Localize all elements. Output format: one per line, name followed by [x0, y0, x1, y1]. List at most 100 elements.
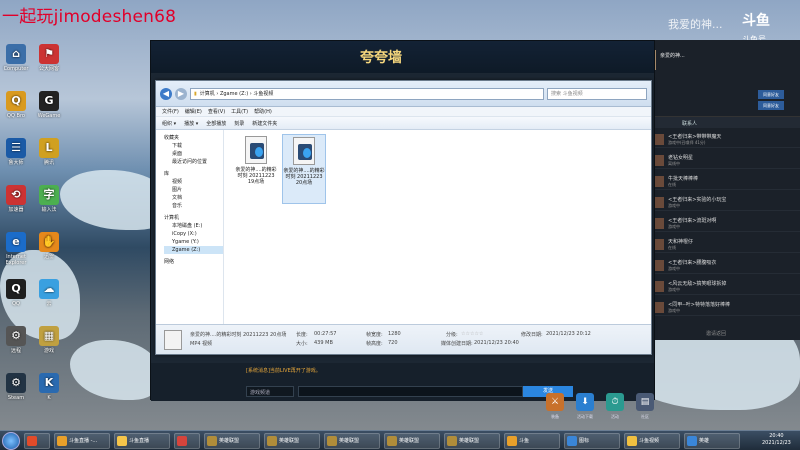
contact-row[interactable]: 牛批天棒棒棒 在线	[632, 174, 800, 190]
desktop-icon[interactable]: Q QQ Bro	[0, 91, 33, 119]
toolbar-button[interactable]: 全部播放	[206, 120, 226, 127]
contact-row[interactable]: 老钻女明星 离线中	[632, 153, 800, 169]
nav-item[interactable]: 计算机	[164, 214, 223, 222]
nav-item[interactable]: 库	[164, 170, 223, 178]
nav-item[interactable]: 收藏夹	[164, 134, 223, 142]
contact-row[interactable]: <同甲--叶>特特落落好棒棒 游戏中	[632, 300, 800, 316]
contact-row[interactable]: <王者归来>带带带魔天 游戏中(召唤师 41分)	[632, 132, 800, 148]
desktop-icon[interactable]: ⚙ Steam	[0, 373, 33, 401]
forward-icon[interactable]: ▶	[175, 87, 187, 100]
nav-item[interactable]: 桌面	[164, 150, 223, 158]
taskbar-button[interactable]	[24, 433, 50, 449]
toolbar-button[interactable]: 刻录	[234, 120, 244, 127]
menu-item[interactable]: 查看(V)	[208, 108, 225, 115]
menu-item[interactable]: 帮助(H)	[254, 108, 272, 115]
contact-status: 游戏中	[668, 266, 680, 271]
desktop-icon[interactable]: G WeGame	[32, 91, 66, 119]
app-icon: e	[6, 232, 26, 252]
search-input[interactable]: 搜索 斗鱼视频	[547, 87, 647, 100]
video-file[interactable]: 亲爱的神....的精彩时刻 20211223 20点场	[282, 134, 326, 204]
desktop-icon[interactable]: 字输入法	[32, 185, 66, 213]
video-file-icon	[245, 136, 267, 164]
desktop-icon[interactable]: e Internet Explorer	[0, 232, 33, 266]
taskbar-button[interactable]: 图标	[564, 433, 620, 449]
game-shortcut-label: 装备	[551, 414, 559, 419]
chat-input[interactable]	[298, 386, 523, 397]
desktop-icon[interactable]: ✋ 迅雷	[32, 232, 66, 260]
desktop-icon[interactable]: ⚙ 远程	[0, 326, 33, 354]
avatar	[654, 155, 664, 166]
nav-item[interactable]: Zgame (Z:)	[164, 246, 223, 254]
desktop-icon[interactable]: L 腾讯	[32, 138, 66, 166]
avatar	[654, 218, 664, 229]
back-icon[interactable]: ◀	[160, 87, 172, 100]
taskbar-button[interactable]: 斗鱼	[504, 433, 560, 449]
nav-item[interactable]: 视频	[164, 178, 223, 186]
footer-link[interactable]: 邀请返回	[632, 330, 800, 337]
menu-item[interactable]: 文件(F)	[162, 108, 179, 115]
game-shortcut-button[interactable]: ▤	[636, 393, 654, 411]
nav-item[interactable]: Ygame (Y:)	[164, 238, 223, 246]
address-field[interactable]: ▮ 计算机 › Zgame (Z:) › 斗鱼视频	[190, 87, 544, 100]
brand-logo: 斗鱼	[742, 13, 770, 29]
taskbar-button[interactable]: 斗鱼视频	[624, 433, 680, 449]
desktop-icon[interactable]: KK	[32, 373, 66, 401]
contact-name: <同甲--叶>特特落落好棒棒	[668, 302, 730, 308]
nav-item[interactable]: 下载	[164, 142, 223, 150]
desktop-icon[interactable]: ☰ 鲁大师	[0, 138, 33, 166]
toolbar-button[interactable]: 新建文件夹	[252, 120, 277, 127]
game-shortcut-button[interactable]: ⬇	[576, 393, 594, 411]
toolbar: 组织 ▾ 播放 ▾ 全部播放 刻录 新建文件夹	[156, 117, 651, 130]
nav-item[interactable]: 图片	[164, 186, 223, 194]
taskbar-button[interactable]: 斗鱼直播	[114, 433, 170, 449]
desktop-icon[interactable]: Q QQ	[0, 279, 33, 307]
start-button[interactable]	[2, 432, 20, 450]
clock[interactable]: 20:40 2021/12/23	[762, 433, 791, 447]
desktop-icon[interactable]: ☁ 云	[32, 279, 66, 307]
contact-name: 牛批天棒棒棒	[668, 176, 699, 182]
taskbar-button[interactable]: 英雄联盟	[324, 433, 380, 449]
contact-name: <风云无敌>搞笑眼球拆掉	[668, 281, 727, 287]
nav-item[interactable]: 本地磁盘 (E:)	[164, 222, 223, 230]
taskbar-button[interactable]: 斗鱼直播 -...	[54, 433, 110, 449]
contact-row[interactable]: <王者归来>实验的小玩宝 游戏中	[632, 195, 800, 211]
avatar	[654, 281, 664, 292]
desktop-icon[interactable]: ⌂ Computer	[0, 44, 33, 72]
video-file[interactable]: 亲爱的神....的精彩时刻 20211223 19点场	[234, 134, 278, 204]
toolbar-button[interactable]: 组织 ▾	[162, 120, 176, 127]
toolbar-button[interactable]: 播放 ▾	[184, 120, 198, 127]
nav-item[interactable]: 最近访问的位置	[164, 158, 223, 166]
taskbar-button[interactable]: 英雄联盟	[384, 433, 440, 449]
menu-item[interactable]: 工具(T)	[231, 108, 248, 115]
desktop-icon[interactable]: ⟲ 加速器	[0, 185, 33, 213]
contact-row[interactable]: 天和神棍仔 在线	[632, 237, 800, 253]
detail-modified: 2021/12/23 20:12	[546, 331, 591, 337]
accept-button[interactable]: 同意好友	[758, 90, 784, 99]
desktop-icon[interactable]: ▦ 游戏	[32, 326, 66, 354]
contact-row[interactable]: <王者归来>流斑对啊 游戏中	[632, 216, 800, 232]
nav-item[interactable]: 文档	[164, 194, 223, 202]
contact-name: <王者归来>实验的小玩宝	[668, 197, 727, 203]
game-shortcut-button[interactable]: ⏱	[606, 393, 624, 411]
tab-contacts[interactable]: 联系人	[682, 120, 697, 127]
app-icon: ✋	[39, 232, 59, 252]
desktop-icon[interactable]: ⚑ 公大网客	[32, 44, 66, 72]
nav-item[interactable]: 网络	[164, 258, 223, 266]
taskbar-button[interactable]: 英雄	[684, 433, 740, 449]
detail-rating[interactable]: ☆☆☆☆☆	[461, 331, 483, 337]
taskbar-button[interactable]: 英雄联盟	[444, 433, 500, 449]
accept-button[interactable]: 同意好友	[758, 101, 784, 110]
taskbar-button[interactable]	[174, 433, 200, 449]
taskbar-button[interactable]: 英雄联盟	[204, 433, 260, 449]
menu-item[interactable]: 编辑(E)	[185, 108, 202, 115]
nav-item[interactable]: iCopy (X:)	[164, 230, 223, 238]
taskbar-button[interactable]: 英雄联盟	[264, 433, 320, 449]
chat-channel-select[interactable]: 游戏频道	[246, 386, 294, 397]
contact-status: 离线中	[668, 161, 680, 166]
contact-row[interactable]: <风云无敌>搞笑眼球拆掉 游戏中	[632, 279, 800, 295]
contact-row[interactable]: <王者归来>腰腹吸衣 游戏中	[632, 258, 800, 274]
game-shortcut-button[interactable]: ⚔	[546, 393, 564, 411]
nav-item[interactable]: 音乐	[164, 202, 223, 210]
taskbar-label: 英雄联盟	[399, 438, 420, 444]
explorer-window: ◀ ▶ ▮ 计算机 › Zgame (Z:) › 斗鱼视频 搜索 斗鱼视频 文件…	[155, 80, 652, 355]
